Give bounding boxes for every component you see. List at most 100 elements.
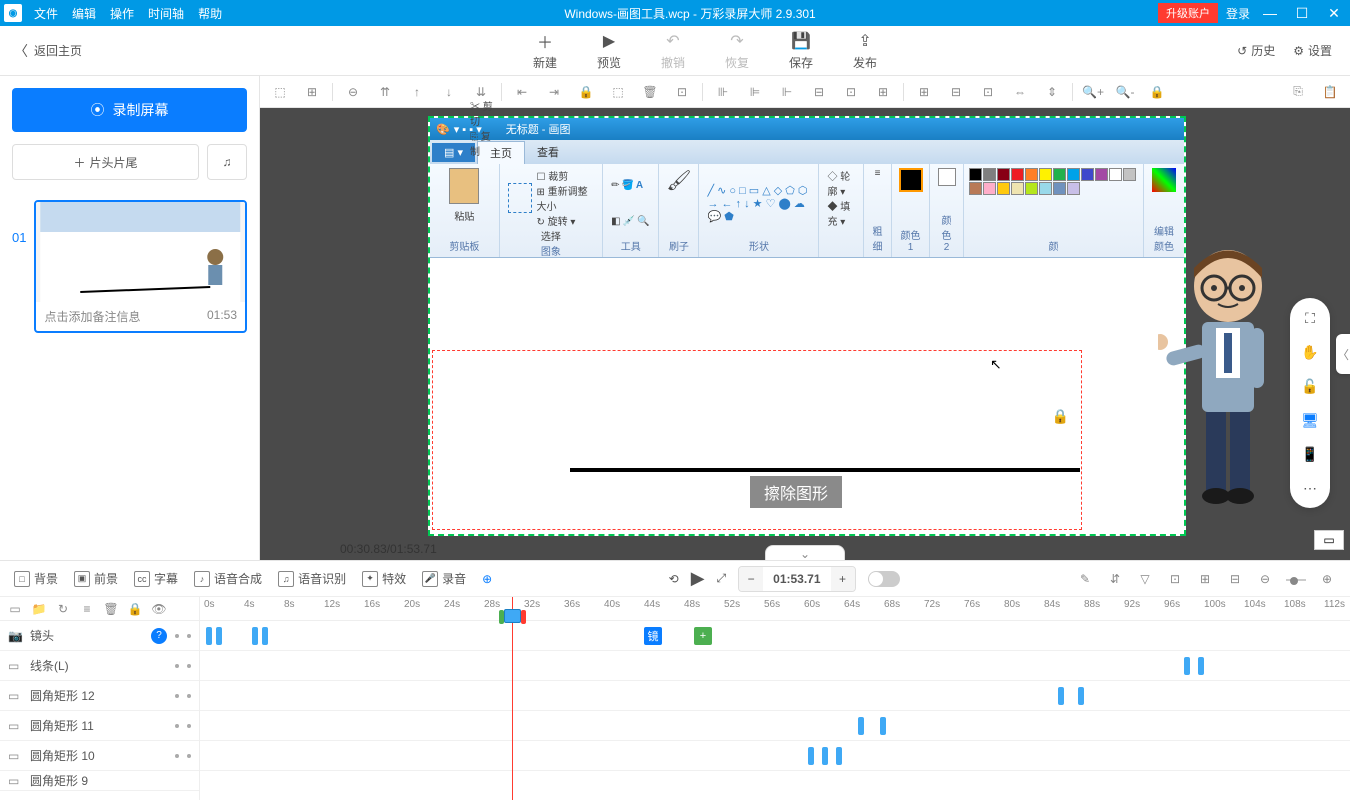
zoom-in-icon[interactable]: 🔍+ — [1081, 80, 1105, 104]
rotate-button[interactable]: ↻ 旋转 ▾ — [536, 213, 594, 228]
publish-button[interactable]: ⇪发布 — [853, 30, 877, 71]
tool-icon[interactable]: ▭ — [8, 602, 22, 616]
brush-icon[interactable]: 🖌 — [666, 168, 691, 193]
thickness-icon[interactable]: ≡ — [875, 168, 881, 179]
character[interactable] — [1158, 238, 1298, 518]
mobile-icon[interactable]: 📱 — [1300, 444, 1320, 464]
pencil-icon[interactable]: ✏ — [611, 180, 619, 191]
back-home-button[interactable]: 〈 返回主页 — [0, 41, 260, 61]
fg-tool[interactable]: ▣前景 — [74, 570, 118, 587]
side-expand[interactable]: 〈 — [1336, 334, 1350, 374]
play-button[interactable]: ▶ — [691, 568, 705, 589]
paint-view-tab[interactable]: 查看 — [525, 141, 571, 163]
fullscreen-icon[interactable]: ⛶ — [1300, 308, 1320, 328]
color2-swatch[interactable] — [938, 168, 956, 186]
tool-icon[interactable]: ⊞ — [871, 80, 895, 104]
zoom-in-icon[interactable]: ⊕ — [1318, 570, 1336, 588]
edit-colors-icon[interactable] — [1152, 168, 1176, 192]
menu-edit[interactable]: 编辑 — [72, 5, 96, 22]
tool-icon[interactable]: ⇥ — [542, 80, 566, 104]
tool-icon[interactable]: ⊖ — [341, 80, 365, 104]
redo-button[interactable]: ↷恢复 — [725, 30, 749, 71]
color1-swatch[interactable] — [899, 168, 923, 192]
select-icon[interactable] — [508, 183, 533, 213]
time-minus[interactable]: − — [739, 567, 763, 591]
menu-action[interactable]: 操作 — [110, 5, 134, 22]
tool-icon[interactable]: ⇤ — [510, 80, 534, 104]
history-button[interactable]: ↺历史 — [1237, 42, 1275, 59]
track-header[interactable]: ▭圆角矩形 10 — [0, 741, 199, 771]
clip[interactable] — [1058, 687, 1064, 705]
track-header[interactable]: ▭圆角矩形 11 — [0, 711, 199, 741]
lens-marker[interactable]: 镜 — [644, 627, 662, 645]
tool-icon[interactable]: ⊟ — [1226, 570, 1244, 588]
folder-icon[interactable]: 📁 — [32, 602, 46, 616]
track-header-lens[interactable]: 📷镜头? — [0, 621, 199, 651]
menu-file[interactable]: 文件 — [34, 5, 58, 22]
minimize-button[interactable]: — — [1258, 5, 1282, 21]
unlock-icon[interactable]: 🔓 — [1300, 376, 1320, 396]
clip[interactable] — [836, 747, 842, 765]
track[interactable] — [200, 741, 1350, 771]
upgrade-button[interactable]: 升级账户 — [1158, 3, 1218, 23]
track[interactable] — [200, 681, 1350, 711]
tool-icon[interactable]: ↓ — [437, 80, 461, 104]
tool-icon[interactable]: ⊪ — [711, 80, 735, 104]
paint-window[interactable]: 🎨 ▾ ▪ ▪ ▾ 无标题 - 画图 ▤ ▾ 主页 查看 粘贴 — [428, 116, 1186, 536]
delete-icon[interactable]: 🗑 — [638, 80, 662, 104]
clip[interactable] — [858, 717, 864, 735]
resize-button[interactable]: ⊞ 重新调整大小 — [536, 183, 594, 213]
tool-icon[interactable]: ⇈ — [373, 80, 397, 104]
align-center-icon[interactable]: ⊞ — [300, 80, 324, 104]
scene-thumbnail[interactable] — [36, 202, 245, 302]
tool-icon[interactable]: ⊡ — [976, 80, 1000, 104]
text-icon[interactable]: A — [636, 180, 643, 191]
fill-button[interactable]: ◆ 填充 ▾ — [827, 198, 855, 228]
crop-button[interactable]: ☐ 裁剪 — [536, 168, 594, 183]
canvas-stage[interactable]: 🎨 ▾ ▪ ▪ ▾ 无标题 - 画图 ▤ ▾ 主页 查看 粘贴 — [260, 108, 1350, 560]
login-button[interactable]: 登录 — [1226, 5, 1250, 22]
settings-button[interactable]: ⚙设置 — [1293, 42, 1332, 59]
help-icon[interactable]: ? — [151, 628, 167, 644]
time-plus[interactable]: + — [831, 567, 855, 591]
record-screen-button[interactable]: ⦿ 录制屏幕 — [12, 88, 247, 132]
bg-tool[interactable]: □背景 — [14, 570, 58, 587]
asr-tool[interactable]: ♫语音识别 — [278, 570, 346, 587]
track[interactable] — [200, 711, 1350, 741]
zoom-out-icon[interactable]: ⊖ — [1256, 570, 1274, 588]
hand-icon[interactable]: ✋ — [1300, 342, 1320, 362]
zoom-slider[interactable] — [1286, 579, 1306, 581]
align-left-icon[interactable]: ⬚ — [268, 80, 292, 104]
more-icon[interactable]: ⋯ — [1300, 478, 1320, 498]
undo-button[interactable]: ↶撤销 — [661, 30, 685, 71]
bucket-icon[interactable]: 🪣 — [621, 180, 633, 191]
scene-note[interactable]: 点击添加备注信息 — [44, 308, 140, 325]
minimap-icon[interactable]: ▭ — [1314, 530, 1344, 550]
clip[interactable] — [1184, 657, 1190, 675]
clip[interactable] — [252, 627, 258, 645]
eraser-icon[interactable]: ◧ — [611, 216, 620, 227]
desktop-icon[interactable]: 🖥 — [1300, 410, 1320, 430]
picker-icon[interactable]: 💉 — [623, 216, 635, 227]
subtitle-tool[interactable]: cc字幕 — [134, 570, 178, 587]
cut-button[interactable]: ✂ 剪切 — [470, 98, 499, 128]
outline-button[interactable]: ◇ 轮廓 ▾ — [827, 168, 855, 198]
track-header[interactable]: ▭线条(L) — [0, 651, 199, 681]
lock-icon[interactable]: 🔒 — [574, 80, 598, 104]
track-lens[interactable]: 镜 + — [200, 621, 1350, 651]
save-button[interactable]: 💾保存 — [789, 30, 813, 71]
expand-button[interactable]: ⤢ — [717, 571, 727, 586]
tool-icon[interactable]: ↻ — [56, 602, 70, 616]
paste-icon[interactable]: 📋 — [1318, 80, 1342, 104]
tool-icon[interactable]: ⊟ — [807, 80, 831, 104]
menu-help[interactable]: 帮助 — [198, 5, 222, 22]
tool-icon[interactable]: ⬚ — [606, 80, 630, 104]
tool-icon[interactable]: ⊩ — [775, 80, 799, 104]
clip[interactable] — [808, 747, 814, 765]
eye-icon[interactable]: 👁 — [152, 602, 166, 616]
clip[interactable] — [1198, 657, 1204, 675]
clip[interactable] — [216, 627, 222, 645]
preview-button[interactable]: ▶预览 — [597, 30, 621, 71]
edit-icon[interactable]: ✎ — [1076, 570, 1094, 588]
time-ruler[interactable]: 0s4s8s12s16s20s24s28s32s36s40s44s48s52s5… — [200, 597, 1350, 621]
